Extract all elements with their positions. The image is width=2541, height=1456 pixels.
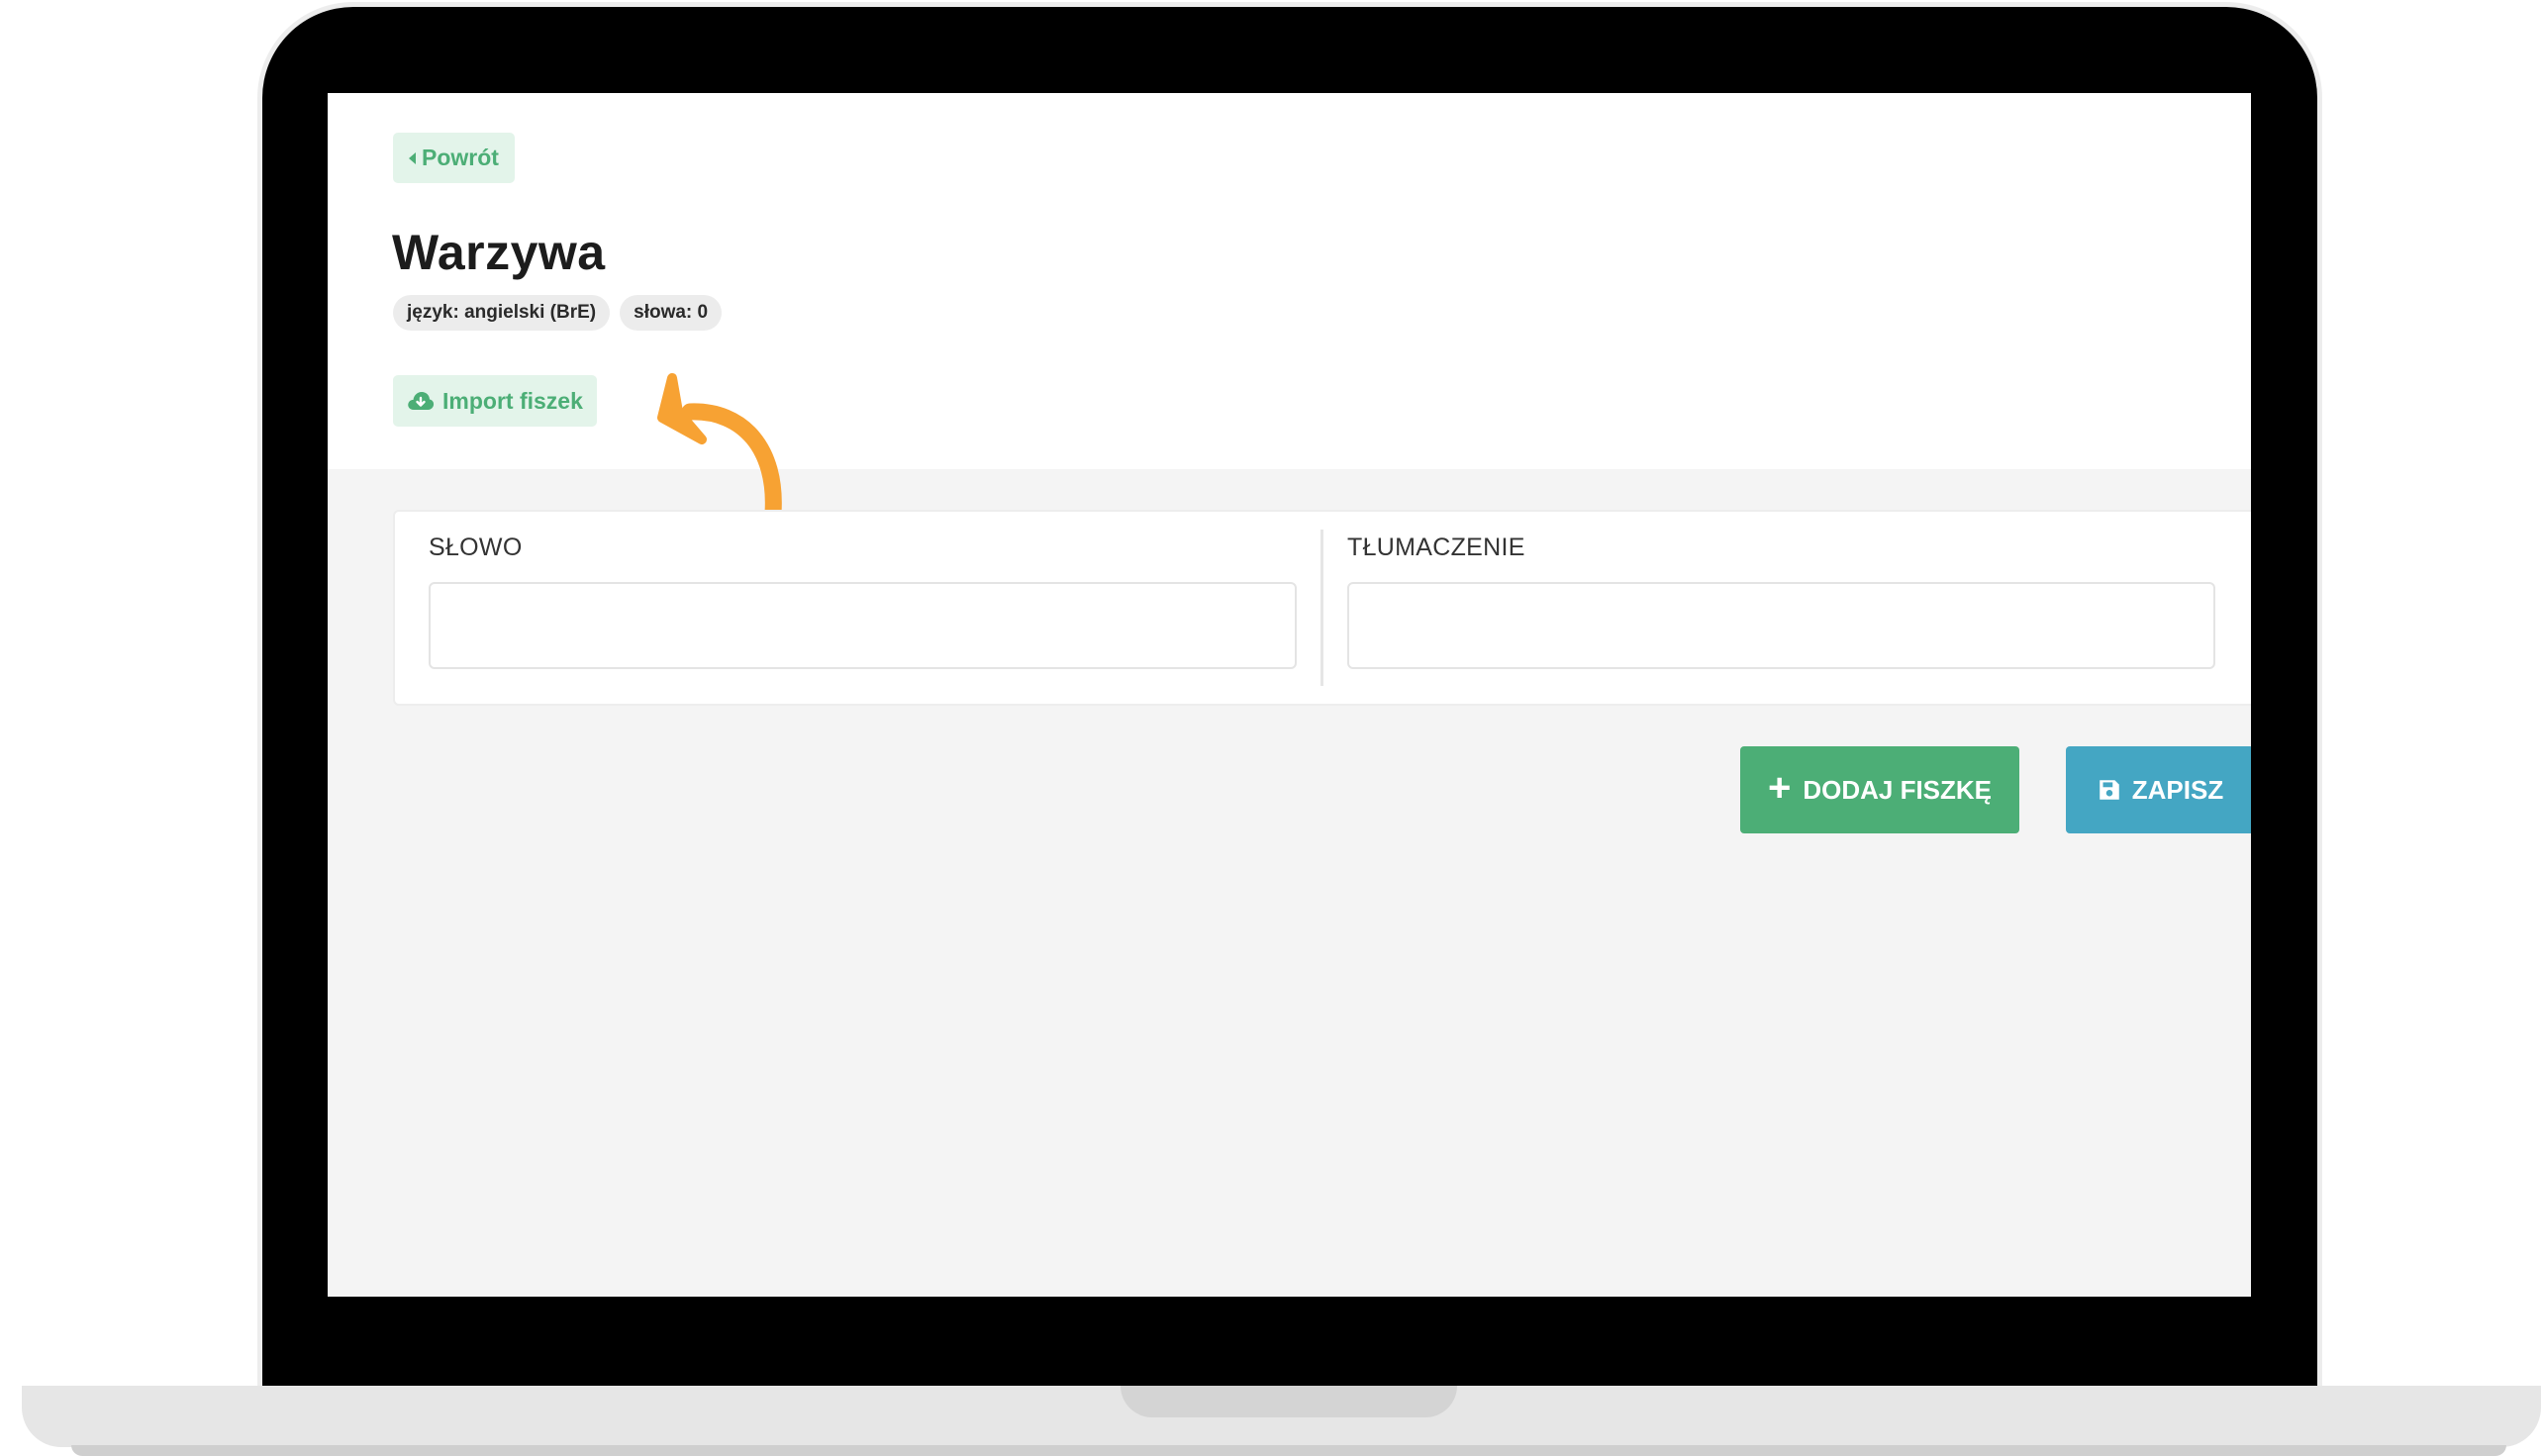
word-input[interactable] <box>429 582 1297 669</box>
laptop-notch <box>1121 1386 1457 1417</box>
language-badge: język: angielski (BrE) <box>393 295 611 331</box>
curved-arrow-icon <box>657 373 782 522</box>
translation-column: TŁUMACZENIE <box>1318 512 2228 704</box>
back-button[interactable]: Powrót <box>393 133 515 183</box>
add-flashcard-button[interactable]: + DODAJ FISZKĘ <box>1740 746 2019 833</box>
import-button-label: Import fiszek <box>442 387 583 414</box>
flashcard-form: SŁOWO TŁUMACZENIE <box>393 510 2251 706</box>
word-column: SŁOWO <box>395 512 1316 704</box>
cloud-download-icon <box>408 392 435 410</box>
save-button[interactable]: ZAPISZ <box>2066 746 2251 833</box>
deck-badges: język: angielski (BrE) słowa: 0 <box>393 295 723 331</box>
laptop-base-shadow <box>71 1445 2506 1456</box>
translation-input[interactable] <box>1347 582 2215 669</box>
import-button[interactable]: Import fiszek <box>393 375 597 427</box>
plus-icon: + <box>1767 766 1792 810</box>
word-count-badge: słowa: 0 <box>620 295 723 331</box>
word-label: SŁOWO <box>429 534 523 561</box>
back-button-label: Powrót <box>422 145 499 170</box>
floppy-disk-icon <box>2100 780 2119 800</box>
page-title: Warzywa <box>392 225 606 280</box>
screen: Powrót Warzywa język: angielski (BrE) sł… <box>328 93 2251 1297</box>
save-button-label: ZAPISZ <box>2131 774 2224 805</box>
translation-label: TŁUMACZENIE <box>1347 534 1525 561</box>
add-flashcard-label: DODAJ FISZKĘ <box>1803 774 1993 805</box>
chevron-left-icon <box>409 151 416 164</box>
